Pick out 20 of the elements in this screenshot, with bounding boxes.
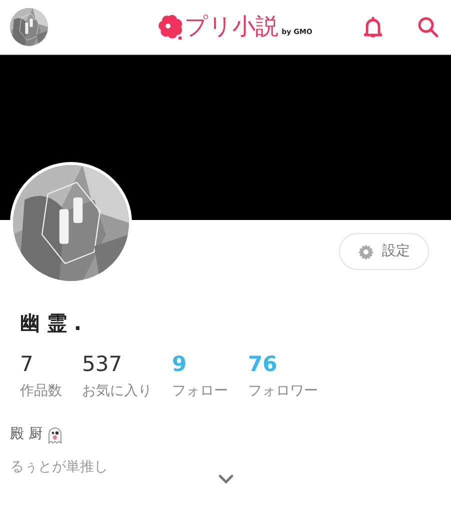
avatar-button[interactable] <box>10 8 48 46</box>
stat-count: 7 <box>20 352 34 378</box>
search-icon[interactable] <box>417 16 439 38</box>
stat-count[interactable]: 9 <box>172 352 187 378</box>
stat-label[interactable]: フォロー <box>172 381 228 402</box>
stat-label: 作品数 <box>20 382 62 402</box>
bell-icon[interactable] <box>361 15 385 39</box>
user-name: 幽 霊 . <box>19 310 82 337</box>
bio-text: るぅとが単推し <box>9 458 108 478</box>
gear-icon <box>358 244 374 260</box>
bio-text: 殿 厨 <box>10 425 42 444</box>
settings-button[interactable]: 設定 <box>339 233 429 270</box>
stat-label[interactable]: フォロワー <box>248 381 318 402</box>
stat-count: 537 <box>82 352 122 378</box>
ghost-icon <box>46 426 64 444</box>
stat-count[interactable]: 76 <box>248 352 278 378</box>
logo-icon <box>156 13 185 41</box>
stat-label: お気に入り <box>82 382 152 402</box>
chevron-down-icon[interactable] <box>218 474 234 484</box>
logo-text: プリ小説 <box>184 16 279 38</box>
